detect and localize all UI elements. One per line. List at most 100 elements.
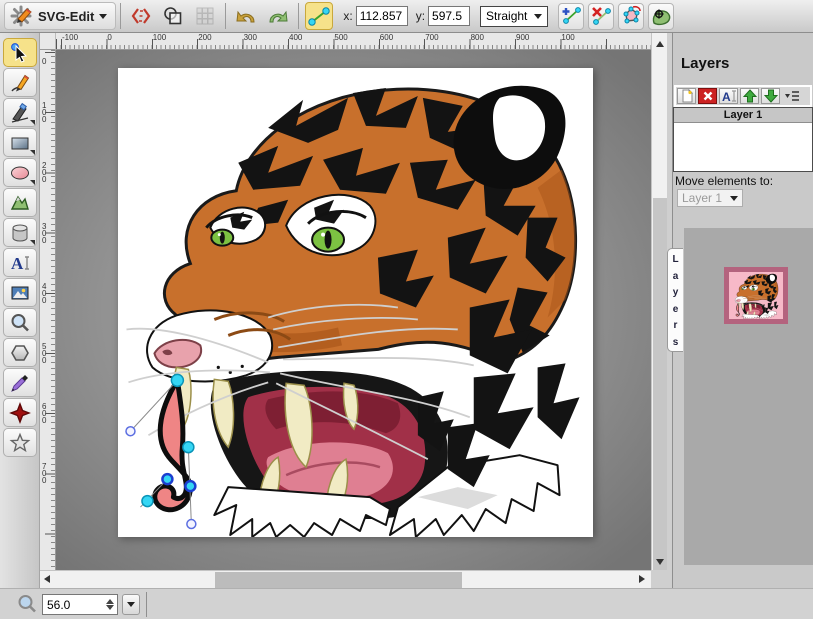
text-tool[interactable]: A: [3, 248, 37, 277]
x-coordinate-input[interactable]: [356, 6, 408, 26]
top-toolbar: SVG-Edit: [0, 0, 813, 33]
select-caret-icon: [534, 14, 542, 19]
ruler-label: 700: [425, 33, 438, 42]
redo-button[interactable]: [264, 2, 292, 30]
zoom-level-input[interactable]: [43, 598, 103, 612]
delete-layer-icon: [702, 90, 714, 102]
svg-text:A: A: [722, 90, 731, 103]
zoom-stepper[interactable]: [103, 599, 117, 610]
layers-panel: Layers A: [672, 33, 813, 588]
x-coordinate-label: x:: [343, 9, 352, 23]
document-properties-button[interactable]: [159, 2, 187, 30]
select-tool[interactable]: [3, 38, 37, 67]
zoom-tool[interactable]: [3, 308, 37, 337]
eyedropper-icon: [9, 372, 31, 394]
segment-type-select[interactable]: Straight: [480, 6, 548, 27]
svg-text:A: A: [11, 254, 24, 273]
ruler-label: 1 0 0: [42, 102, 46, 123]
move-elements-select[interactable]: Layer 1: [677, 189, 743, 207]
ellipse-tool[interactable]: [3, 158, 37, 187]
rename-layer-button[interactable]: A: [719, 88, 738, 104]
ruler-label: 6 0 0: [42, 403, 46, 424]
canvas-workspace[interactable]: [56, 50, 651, 570]
link-control-points-toggle[interactable]: [305, 2, 333, 30]
path-tool[interactable]: [3, 188, 37, 217]
ruler-label: 3 0 0: [42, 223, 46, 244]
open-path-button[interactable]: [618, 3, 644, 30]
svg-canvas[interactable]: [118, 68, 593, 537]
statusbar-separator: [146, 592, 147, 617]
status-bar: [0, 588, 813, 619]
zoom-preset-dropdown[interactable]: [122, 594, 140, 615]
magnifier-icon: [9, 312, 31, 334]
polygon-tool[interactable]: [3, 338, 37, 367]
layers-panel-title: Layers: [681, 55, 729, 72]
ruler-label: 500: [334, 33, 347, 42]
ruler-label: 5 0 0: [42, 343, 46, 364]
layer-menu-button[interactable]: [782, 88, 801, 104]
horizontal-ruler: -1000100200300400500600700800900100: [56, 33, 651, 50]
add-subpath-button[interactable]: [648, 3, 674, 30]
horizontal-scroll-thumb[interactable]: [215, 572, 462, 588]
scroll-up-arrow-icon[interactable]: [656, 41, 664, 47]
toolbar-separator: [298, 3, 299, 29]
horizontal-scrollbar[interactable]: [40, 570, 651, 588]
scroll-left-arrow-icon[interactable]: [44, 575, 50, 583]
stepper-down-icon[interactable]: [106, 605, 114, 610]
vertical-scrollbar[interactable]: [651, 33, 667, 570]
zoom-magnifier-icon: [16, 593, 38, 615]
y-coordinate-label: y:: [416, 9, 425, 23]
rectangle-icon: [9, 132, 31, 154]
star-tool[interactable]: [3, 428, 37, 457]
pencil-icon: [9, 72, 31, 94]
drawing-thumbnail[interactable]: [724, 267, 788, 324]
shape-library-tool[interactable]: [3, 218, 37, 247]
layer-menu-icon: [784, 90, 800, 102]
ruler-label: 400: [289, 33, 302, 42]
shape-tool-cross[interactable]: [3, 398, 37, 427]
flyout-arrow-icon: [30, 150, 35, 155]
menu-caret-icon: [99, 14, 107, 19]
left-toolbar: A: [0, 33, 40, 588]
new-layer-button[interactable]: [677, 88, 696, 104]
delete-node-button[interactable]: [588, 3, 614, 30]
ruler-label: 900: [516, 33, 529, 42]
move-elements-label: Move elements to:: [675, 174, 773, 188]
stepper-up-icon[interactable]: [106, 599, 114, 604]
delete-layer-button[interactable]: [698, 88, 717, 104]
pen-line-icon: [9, 102, 31, 124]
main-menu-button[interactable]: SVG-Edit: [4, 2, 116, 30]
red-cross-shape-icon: [9, 402, 31, 424]
eyedropper-tool[interactable]: [3, 368, 37, 397]
thumbnail-image: [729, 272, 783, 319]
grid-button[interactable]: [191, 2, 219, 30]
ruler-corner: [40, 33, 56, 50]
logo-label: SVG-Edit: [38, 9, 94, 24]
scroll-right-arrow-icon[interactable]: [639, 575, 645, 583]
edit-source-button[interactable]: [127, 2, 155, 30]
move-layer-up-button[interactable]: [740, 88, 759, 104]
rectangle-tool[interactable]: [3, 128, 37, 157]
undo-button[interactable]: [232, 2, 260, 30]
move-elements-value: Layer 1: [682, 191, 722, 205]
path-shape-icon: [9, 192, 31, 214]
layers-side-tab[interactable]: L a y e r s: [667, 248, 683, 352]
line-tool[interactable]: [3, 98, 37, 127]
ellipse-icon: [9, 162, 31, 184]
move-layer-down-button[interactable]: [761, 88, 780, 104]
scroll-down-arrow-icon[interactable]: [656, 559, 664, 565]
image-tool[interactable]: [3, 278, 37, 307]
y-coordinate-input[interactable]: [428, 6, 470, 26]
layer-row-layer1[interactable]: Layer 1: [674, 108, 812, 123]
ruler-label: -100: [62, 33, 78, 42]
hexagon-icon: [9, 342, 31, 364]
vertical-scroll-thumb[interactable]: [653, 198, 667, 570]
shapes-overlap-icon: [162, 5, 184, 27]
ruler-label: 0: [107, 33, 111, 42]
flyout-arrow-icon: [30, 240, 35, 245]
clone-node-button[interactable]: [558, 3, 584, 30]
layer-down-icon: [764, 89, 778, 103]
flyout-arrow-icon: [30, 120, 35, 125]
pencil-tool[interactable]: [3, 68, 37, 97]
zoom-level-spinner[interactable]: [42, 594, 118, 615]
